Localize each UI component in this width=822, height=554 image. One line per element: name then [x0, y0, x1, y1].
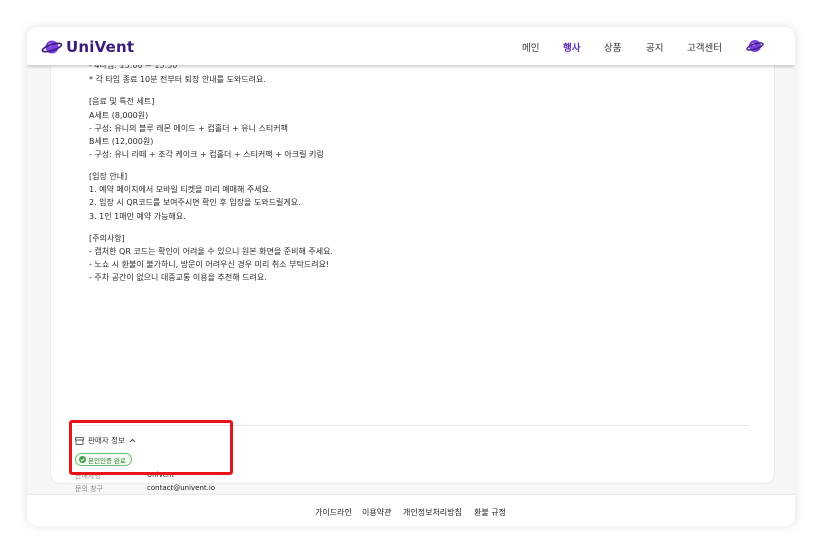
description-line: - 구성: 유니의 블루 레몬 에이드 + 컵홀더 + 유니 스티커팩 [89, 124, 288, 133]
event-detail-content: - 4타임: 15:00 ~ 15:50 * 각 타임 종료 10분 전부터 퇴… [50, 55, 775, 493]
chevron-up-icon [129, 438, 136, 443]
footer-link-guidelines[interactable]: 가이드라인 [315, 507, 352, 518]
store-icon [75, 436, 84, 445]
footer-link-refund[interactable]: 환불 규정 [474, 507, 506, 518]
footer-link-privacy[interactable]: 개인정보처리방침 [403, 507, 462, 518]
description-line: 2. 입장 시 QR코드를 보여주시면 확인 후 입장을 도와드릴게요. [89, 198, 301, 207]
contact-label: 문의 창구 [75, 485, 103, 493]
seller-info-label: 판매자 정보 [88, 436, 125, 445]
profile-avatar-icon[interactable] [746, 37, 764, 55]
page-footer: 가이드라인 이용약관 개인정보처리방침 환불 규정 [27, 494, 795, 526]
contact-value[interactable]: contact@univent.io [147, 484, 215, 492]
description-line: * 각 타임 종료 10분 전부터 퇴장 안내를 도와드려요. [89, 75, 266, 84]
planet-logo-icon [41, 40, 63, 54]
logo[interactable]: UniVent [41, 37, 134, 57]
description-line: A세트 (8,000원) [89, 111, 149, 120]
seller-name-label: 판매자명 [75, 472, 101, 480]
description-line: - 캡처한 QR 코드는 확인이 어려울 수 있으니 원본 화면을 준비해 주세… [89, 247, 333, 256]
nav-item-main[interactable]: 메인 [522, 40, 539, 54]
nav-item-events[interactable]: 행사 [563, 40, 580, 54]
seller-info-toggle[interactable]: 판매자 정보 [75, 435, 136, 446]
app-window: UniVent 메인 행사 상품 공지 고객센터 - 4타임: 15:00 ~ … [27, 27, 795, 526]
top-header: UniVent 메인 행사 상품 공지 고객센터 [27, 27, 795, 65]
description-line: [음료 및 특전 세트] [89, 97, 155, 106]
nav-item-support[interactable]: 고객센터 [687, 40, 722, 54]
description-line: [주의사항] [89, 234, 125, 243]
description-line: 3. 1인 1매만 예약 가능해요. [89, 212, 186, 221]
description-line: - 주차 공간이 없으니 대중교통 이용을 추천해 드려요. [89, 273, 267, 282]
description-line: 1. 예약 페이지에서 모바일 티켓을 미리 예매해 주세요. [89, 185, 272, 194]
description-line: - 구성: 유니 라떼 + 조각 케이크 + 컵홀더 + 스티커팩 + 아크릴 … [89, 150, 324, 159]
nav-item-products[interactable]: 상품 [604, 40, 621, 54]
check-circle-icon [79, 456, 86, 463]
section-divider [75, 425, 748, 426]
description-line: - 노쇼 시 환불이 불가하니, 방문이 어려우신 경우 미리 취소 부탁드려요… [89, 260, 330, 269]
footer-link-terms[interactable]: 이용약관 [362, 507, 391, 518]
verified-badge-label: 본인인증 완료 [88, 456, 126, 465]
description-line: B세트 (12,000원) [89, 137, 154, 146]
nav-item-notices[interactable]: 공지 [646, 40, 663, 54]
seller-name-value: UniVent [147, 471, 175, 479]
verified-badge: 본인인증 완료 [75, 453, 132, 466]
logo-text: UniVent [66, 38, 135, 56]
description-line: [입장 안내] [89, 172, 128, 181]
